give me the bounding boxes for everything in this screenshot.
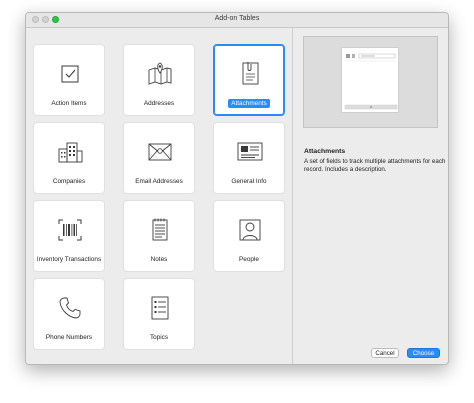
table-card-email-addresses[interactable]: Email Addresses [123, 122, 195, 194]
choose-button[interactable]: Choose [407, 348, 440, 358]
table-card-people[interactable]: People [213, 200, 285, 272]
table-preview-image [303, 36, 438, 128]
notepad-icon [152, 218, 168, 241]
window-title: Add-on Tables [214, 15, 260, 22]
table-card-label: Addresses [143, 100, 175, 107]
table-grid: Action Items Addresses Attachments Compa… [26, 28, 292, 364]
table-card-label: Attachments [228, 99, 270, 108]
phone-icon [59, 297, 81, 319]
detail-title: Attachments [304, 148, 346, 155]
envelope-icon [148, 143, 172, 161]
title-bar: Add-on Tables [26, 13, 448, 28]
table-card-phone-numbers[interactable]: Phone Numbers [33, 278, 105, 350]
table-card-companies[interactable]: Companies [33, 122, 105, 194]
person-icon [239, 219, 261, 241]
cancel-button[interactable]: Cancel [371, 348, 399, 358]
add-on-tables-window: Add-on Tables Action Items Addresses Att… [25, 12, 449, 365]
buildings-icon [58, 142, 83, 163]
list-document-icon [151, 296, 169, 320]
detail-description: A set of fields to track multiple attach… [304, 158, 446, 173]
table-card-action-items[interactable]: Action Items [33, 44, 105, 116]
map-icon [148, 62, 172, 85]
table-card-topics[interactable]: Topics [123, 278, 195, 350]
table-card-label: Companies [52, 178, 86, 185]
table-card-notes[interactable]: Notes [123, 200, 195, 272]
table-card-label: Email Addresses [135, 178, 183, 185]
table-card-attachments[interactable]: Attachments [213, 44, 285, 116]
table-card-label: Action Items [51, 100, 87, 107]
table-card-label: Topics [149, 334, 169, 341]
preview-layout-graphic [344, 53, 398, 110]
table-card-inventory-transactions[interactable]: Inventory Transactions [33, 200, 105, 272]
table-card-addresses[interactable]: Addresses [123, 44, 195, 116]
table-card-label: Phone Numbers [45, 334, 93, 341]
paperclip-document-icon [242, 62, 259, 85]
preview-layout-thumbnail [341, 47, 399, 113]
table-card-label: General Info [231, 178, 267, 185]
table-card-label: Inventory Transactions [36, 256, 102, 263]
checkbox-icon [61, 65, 79, 83]
info-card-icon [237, 142, 263, 161]
table-card-label: People [239, 256, 259, 263]
table-card-label: Notes [150, 256, 168, 263]
barcode-icon [58, 219, 82, 241]
table-card-general-info[interactable]: General Info [213, 122, 285, 194]
preview-pane: Attachments A set of fields to track mul… [293, 28, 448, 364]
